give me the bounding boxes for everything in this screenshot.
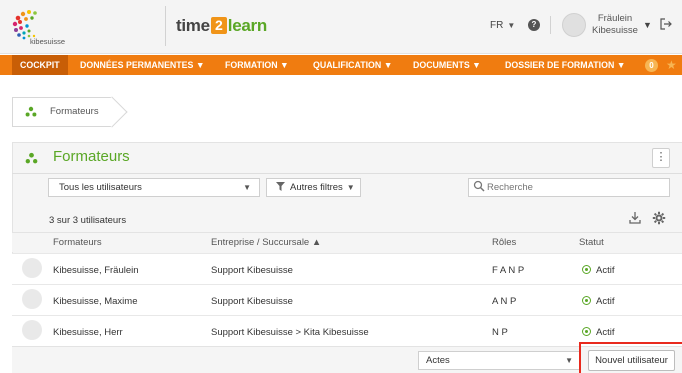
user-filter-select[interactable]: Tous les utilisateurs ▼	[48, 178, 260, 197]
user-count: 3 sur 3 utilisateurs	[49, 215, 127, 226]
column-header-statut[interactable]: Statut	[579, 237, 604, 248]
user-avatar-icon	[22, 320, 42, 340]
other-filters-button[interactable]: Autres filtres ▼	[266, 178, 361, 197]
row-name[interactable]: Kibesuisse, Herr	[53, 327, 123, 338]
row-name[interactable]: Kibesuisse, Maxime	[53, 296, 137, 307]
user-avatar-icon	[22, 289, 42, 309]
user-avatar-icon[interactable]	[562, 13, 586, 37]
person-group-icon	[25, 106, 37, 117]
column-header-roles[interactable]: Rôles	[492, 237, 516, 248]
nav-item-donnees-permanentes[interactable]: DONNÉES PERMANENTES ▼	[80, 55, 205, 75]
row-roles: F A N P	[492, 265, 525, 276]
panel-header-divider	[12, 173, 682, 174]
nav-item-documents[interactable]: DOCUMENTS ▼	[413, 55, 481, 75]
nav-item-cockpit[interactable]: COCKPIT	[12, 55, 68, 75]
nav-item-qualification[interactable]: QUALIFICATION ▼	[313, 55, 392, 75]
person-group-icon	[25, 152, 38, 164]
new-user-button[interactable]: Nouvel utilisateur	[588, 350, 675, 371]
chevron-down-icon: ▼	[507, 21, 516, 30]
nav-item-dossier-de-formation[interactable]: DOSSIER DE FORMATION ▼	[505, 55, 625, 75]
page-title: Formateurs	[53, 148, 130, 165]
other-filters-label: Autres filtres	[290, 182, 343, 193]
actions-select-value: Actes	[426, 355, 450, 366]
row-company: Support Kibesuisse	[211, 265, 293, 276]
download-icon[interactable]	[628, 211, 642, 225]
column-header-formateurs[interactable]: Formateurs	[53, 237, 102, 248]
row-roles: A N P	[492, 296, 517, 307]
logo-text: kibesuisse	[30, 37, 66, 46]
user-name-line1: Fräulein	[597, 13, 633, 24]
radio-active-icon	[582, 265, 591, 274]
user-name-line2: Kibesuisse	[592, 25, 638, 36]
radio-active-icon	[582, 327, 591, 336]
chevron-down-icon: ▼	[565, 356, 573, 365]
row-company: Support Kibesuisse	[211, 296, 293, 307]
filter-icon	[276, 182, 285, 191]
user-menu-chevron-icon[interactable]: ▼	[643, 20, 652, 30]
row-company: Support Kibesuisse > Kita Kibesuisse	[211, 327, 369, 338]
app-header: kibesuisse time 2 learn FR ▼ ? Fräulein Kib…	[0, 0, 682, 54]
brand-title[interactable]: time 2 learn	[176, 16, 267, 36]
row-name[interactable]: Kibesuisse, Fräulein	[53, 265, 139, 276]
notification-badge[interactable]: 0	[645, 59, 658, 72]
row-status: Actif	[596, 327, 615, 338]
chevron-down-icon: ▼	[243, 183, 251, 192]
column-header-entreprise[interactable]: Entreprise / Succursale ▲	[211, 237, 321, 248]
star-icon[interactable]: ★	[666, 58, 677, 72]
nav-item-formation[interactable]: FORMATION ▼	[225, 55, 289, 75]
row-roles: N P	[492, 327, 508, 338]
breadcrumb-item-formateurs[interactable]: Formateurs	[50, 106, 99, 117]
search-icon	[473, 180, 485, 192]
row-status: Actif	[596, 296, 615, 307]
main-nav: COCKPIT DONNÉES PERMANENTES ▼ FORMATION …	[0, 55, 682, 75]
brand-part-time: time	[176, 16, 210, 35]
gear-icon[interactable]	[652, 211, 666, 225]
user-avatar-icon	[22, 258, 42, 278]
user-filter-value: Tous les utilisateurs	[59, 182, 142, 193]
header-divider-2	[550, 16, 551, 34]
user-name[interactable]: Fräulein Kibesuisse	[590, 13, 640, 37]
logout-icon[interactable]	[660, 18, 672, 30]
brand-part-learn: learn	[227, 16, 267, 35]
header-divider	[165, 6, 166, 46]
brand-part-two: 2	[210, 17, 227, 34]
language-label: FR	[490, 20, 504, 31]
chevron-down-icon: ▼	[346, 183, 355, 192]
help-icon[interactable]: ?	[528, 19, 540, 31]
radio-active-icon	[582, 296, 591, 305]
row-status: Actif	[596, 265, 615, 276]
search-input[interactable]	[468, 178, 670, 197]
kebab-menu-icon[interactable]: ⋮	[652, 148, 670, 168]
language-selector[interactable]: FR ▼	[490, 20, 515, 31]
actions-select[interactable]: Actes ▼	[418, 351, 580, 370]
